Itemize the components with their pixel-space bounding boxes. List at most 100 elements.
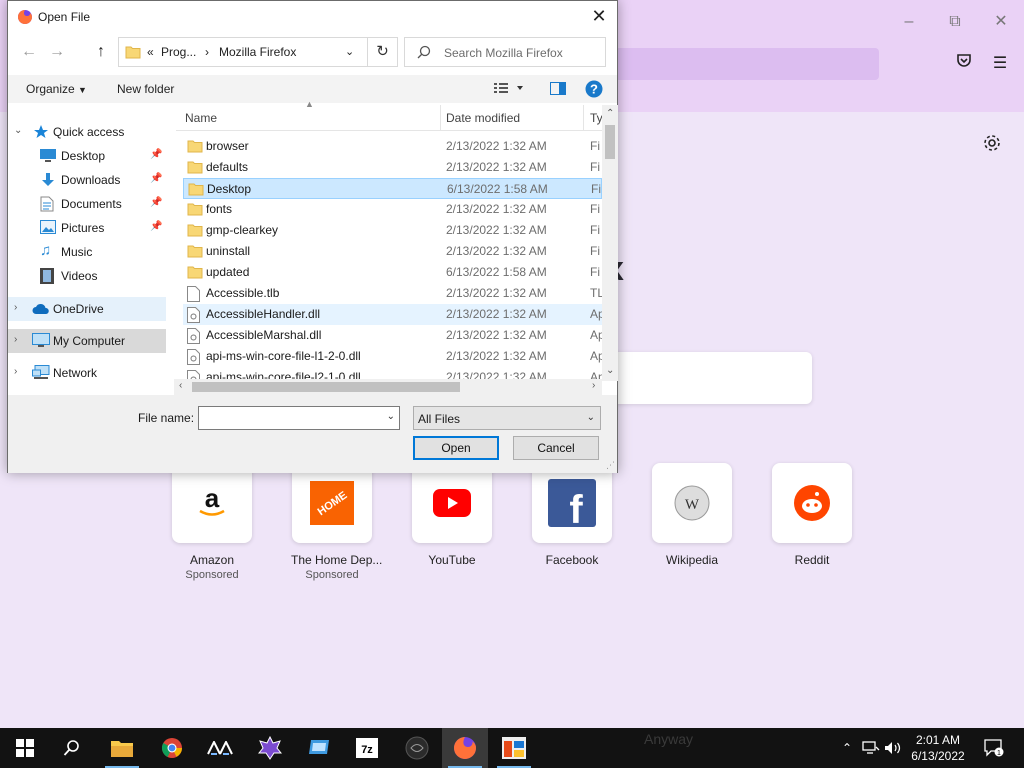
organize-button[interactable]: Organize ▼ <box>26 82 87 96</box>
nav-quick-access[interactable]: ⌄ Quick access <box>8 120 166 144</box>
media-icon[interactable] <box>394 728 440 768</box>
file-row[interactable]: api-ms-win-core-file-l1-2-0.dll 2/13/202… <box>183 346 602 367</box>
breadcrumb-parent[interactable]: Prog... <box>161 45 196 59</box>
chevron-right-icon[interactable]: › <box>14 334 17 345</box>
nav-network[interactable]: › Network <box>8 361 166 385</box>
back-arrow-icon[interactable]: ← <box>18 43 40 63</box>
chevron-down-icon[interactable]: ⌄ <box>387 411 395 422</box>
nav-scrollbar[interactable] <box>166 105 174 391</box>
nav-downloads[interactable]: Downloads 📌 <box>8 168 166 192</box>
dialog-title-bar[interactable]: Open File ✕ <box>8 1 617 33</box>
shortcut-wikipedia[interactable]: W Wikipedia <box>651 463 733 567</box>
file-row[interactable]: defaults 2/13/2022 1:32 AM Fi <box>183 157 602 178</box>
address-bar[interactable]: « Prog... › Mozilla Firefox ⌄ <box>118 37 368 67</box>
view-options-icon[interactable] <box>494 82 524 97</box>
column-date-modified[interactable]: Date modified <box>446 111 520 125</box>
column-separator[interactable] <box>583 105 584 131</box>
breadcrumb-current[interactable]: Mozilla Firefox <box>219 45 296 59</box>
file-row[interactable]: uninstall 2/13/2022 1:32 AM Fi <box>183 241 602 262</box>
search-icon[interactable] <box>49 728 95 768</box>
volume-icon[interactable] <box>883 728 903 768</box>
restore-icon[interactable]: ⧉ <box>943 10 967 34</box>
scroll-left-icon[interactable]: ‹ <box>179 380 182 391</box>
search-input[interactable]: Search Mozilla Firefox <box>404 37 606 67</box>
firefox-icon[interactable] <box>442 728 488 768</box>
nav-videos[interactable]: Videos <box>8 264 166 288</box>
close-window-icon[interactable]: ✕ <box>989 10 1013 34</box>
chevron-right-icon[interactable]: › <box>14 366 17 377</box>
nav-desktop[interactable]: Desktop 📌 <box>8 144 166 168</box>
firefox-url-bar[interactable] <box>615 48 879 80</box>
close-icon[interactable]: ✕ <box>587 5 611 29</box>
app-icon[interactable] <box>197 728 243 768</box>
file-date: 2/13/2022 1:32 AM <box>446 160 547 174</box>
show-hidden-icons-icon[interactable]: ⌃ <box>838 728 856 768</box>
file-row[interactable]: Accessible.tlb 2/13/2022 1:32 AM TL <box>183 283 602 304</box>
scroll-up-icon[interactable]: ⌃ <box>606 108 614 119</box>
file-name-input[interactable]: ⌄ <box>198 406 400 430</box>
system-clock[interactable]: 2:01 AM 6/13/2022 <box>905 732 971 764</box>
file-type-select[interactable]: All Files ⌄ <box>413 406 601 430</box>
file-name: gmp-clearkey <box>206 223 279 237</box>
refresh-icon[interactable]: ↻ <box>368 37 398 67</box>
forward-arrow-icon[interactable]: → <box>46 43 68 63</box>
file-row[interactable]: AccessibleMarshal.dll 2/13/2022 1:32 AM … <box>183 325 602 346</box>
shortcut-home-depot[interactable]: HOME The Home Dep... Sponsored <box>291 463 382 581</box>
cancel-button[interactable]: Cancel <box>513 436 599 460</box>
file-row[interactable]: updated 6/13/2022 1:58 AM Fi <box>183 262 602 283</box>
menu-icon[interactable]: ☰ <box>988 52 1012 76</box>
notification-center-icon[interactable]: 1 <box>980 728 1008 768</box>
file-row-selected[interactable]: Desktop 6/13/2022 1:58 AM Fi <box>183 178 602 199</box>
nav-documents[interactable]: Documents 📌 <box>8 192 166 216</box>
7zip-icon[interactable]: 7z <box>344 728 390 768</box>
new-folder-button[interactable]: New folder <box>117 82 174 96</box>
folder-icon <box>187 139 203 156</box>
breadcrumb-prefix[interactable]: « <box>147 45 154 59</box>
file-row[interactable]: fonts 2/13/2022 1:32 AM Fi <box>183 199 602 220</box>
scroll-right-icon[interactable]: › <box>592 380 595 391</box>
nav-music[interactable]: ♫ Music <box>8 240 166 264</box>
preview-pane-icon[interactable] <box>550 82 566 98</box>
open-button[interactable]: Open <box>413 436 499 460</box>
network-status-icon[interactable] <box>860 728 882 768</box>
shortcut-facebook[interactable]: f Facebook <box>531 463 613 567</box>
column-type[interactable]: Ty <box>590 111 603 125</box>
file-explorer-icon[interactable] <box>99 728 145 768</box>
horizontal-scrollbar[interactable]: ‹ › <box>174 379 602 395</box>
nav-my-computer[interactable]: › My Computer <box>8 329 166 353</box>
remote-desktop-icon[interactable] <box>296 728 342 768</box>
scroll-thumb[interactable] <box>605 125 615 159</box>
app-window-icon[interactable] <box>491 728 537 768</box>
chrome-icon[interactable] <box>149 728 195 768</box>
firefox-search-box[interactable] <box>612 352 812 404</box>
start-icon[interactable] <box>2 728 48 768</box>
shortcut-youtube[interactable]: YouTube <box>411 463 493 567</box>
game-icon[interactable] <box>247 728 293 768</box>
scroll-down-icon[interactable]: ⌄ <box>606 365 614 376</box>
chevron-down-icon[interactable]: ⌄ <box>345 45 354 58</box>
file-date: 2/13/2022 1:32 AM <box>446 286 547 300</box>
column-name[interactable]: Name <box>185 111 217 125</box>
column-separator[interactable] <box>440 105 441 131</box>
file-row[interactable]: browser 2/13/2022 1:32 AM Fi <box>183 136 602 157</box>
nav-onedrive[interactable]: › OneDrive <box>8 297 166 321</box>
minimize-icon[interactable]: – <box>897 10 921 34</box>
pocket-icon[interactable] <box>952 52 976 76</box>
file-name: api-ms-win-core-file-l1-2-0.dll <box>206 349 361 363</box>
file-row[interactable]: gmp-clearkey 2/13/2022 1:32 AM Fi <box>183 220 602 241</box>
resize-grip-icon[interactable]: ⋰ <box>606 460 615 471</box>
chevron-right-icon[interactable]: › <box>14 302 17 313</box>
up-arrow-icon[interactable]: ↑ <box>90 43 112 63</box>
chevron-down-icon[interactable]: ⌄ <box>14 125 22 136</box>
shortcut-amazon[interactable]: a Amazon Sponsored <box>171 463 253 581</box>
help-icon[interactable]: ? <box>585 80 603 101</box>
shortcut-reddit[interactable]: Reddit <box>771 463 853 567</box>
scroll-thumb[interactable] <box>192 382 460 392</box>
file-row-hover[interactable]: AccessibleHandler.dll 2/13/2022 1:32 AM … <box>183 304 602 325</box>
settings-gear-icon[interactable] <box>982 133 1004 155</box>
file-row[interactable]: api-ms-win-core-file-l2-1-0.dll 2/13/202… <box>183 367 602 379</box>
nav-pictures[interactable]: Pictures 📌 <box>8 216 166 240</box>
vertical-scrollbar[interactable]: ⌃ ⌄ <box>602 105 618 381</box>
file-type-value: All Files <box>418 412 461 426</box>
search-placeholder: Search Mozilla Firefox <box>444 46 563 60</box>
